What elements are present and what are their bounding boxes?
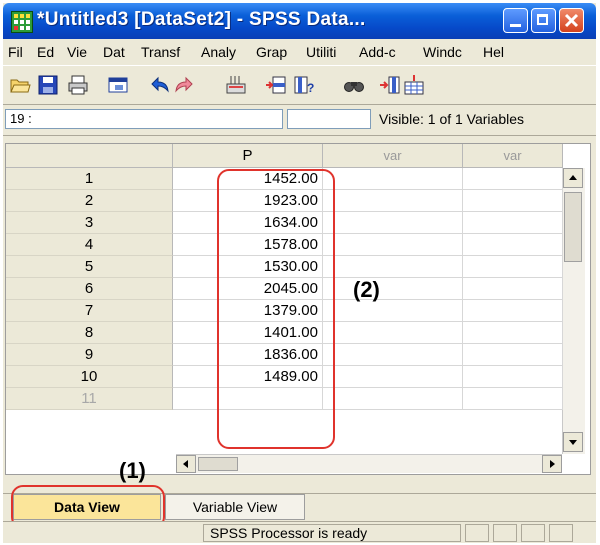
annotation-outline-p-values xyxy=(217,169,335,449)
open-folder-icon[interactable] xyxy=(9,74,31,96)
empty-var-cell[interactable] xyxy=(463,190,563,212)
row-header[interactable]: 11 xyxy=(6,388,173,410)
column-header-p[interactable]: P xyxy=(173,144,323,168)
scroll-right-button[interactable] xyxy=(542,455,562,473)
cell-editor-bar: 19 : Visible: 1 of 1 Variables xyxy=(3,105,596,136)
scroll-thumb[interactable] xyxy=(564,192,582,262)
toolbar: ? xyxy=(3,65,596,105)
maximize-icon xyxy=(537,14,548,25)
menu-data[interactable]: Dat xyxy=(103,44,125,60)
split-file-icon[interactable] xyxy=(403,74,425,96)
save-icon[interactable] xyxy=(37,74,59,96)
minimize-button[interactable] xyxy=(503,8,528,33)
vertical-scrollbar[interactable] xyxy=(562,168,585,454)
arrow-down-icon xyxy=(569,440,577,445)
empty-var-cell[interactable] xyxy=(463,388,563,410)
empty-var-cell[interactable] xyxy=(463,168,563,190)
empty-var-cell[interactable] xyxy=(323,256,463,278)
arrow-up-icon xyxy=(569,175,577,180)
menu-utilities[interactable]: Utiliti xyxy=(306,44,336,60)
menu-graphs[interactable]: Grap xyxy=(256,44,287,60)
arrow-right-icon xyxy=(550,460,555,468)
find-icon[interactable] xyxy=(343,74,365,96)
empty-var-cell[interactable] xyxy=(323,300,463,322)
row-header[interactable]: 4 xyxy=(6,234,173,256)
close-icon xyxy=(564,13,579,28)
empty-var-cell[interactable] xyxy=(463,300,563,322)
row-header[interactable]: 2 xyxy=(6,190,173,212)
variables-icon[interactable]: ? xyxy=(293,74,315,96)
insert-variable-icon[interactable] xyxy=(379,74,401,96)
row-header[interactable]: 1 xyxy=(6,168,173,190)
spss-data-editor-window: *Untitled3 [DataSet2] - SPSS Data... Fil… xyxy=(3,3,596,543)
insert-cases-icon[interactable] xyxy=(265,74,287,96)
scroll-left-button[interactable] xyxy=(176,455,196,473)
empty-var-cell[interactable] xyxy=(463,256,563,278)
empty-var-cell[interactable] xyxy=(463,344,563,366)
tab-variable-view[interactable]: Variable View xyxy=(165,494,305,520)
print-icon[interactable] xyxy=(67,74,89,96)
menu-help[interactable]: Hel xyxy=(483,44,504,60)
status-pane xyxy=(549,524,573,542)
status-pane xyxy=(465,524,489,542)
empty-var-cell[interactable] xyxy=(323,234,463,256)
empty-var-cell[interactable] xyxy=(323,344,463,366)
menu-edit[interactable]: Ed xyxy=(37,44,54,60)
empty-var-cell[interactable] xyxy=(463,234,563,256)
cell-reference-field[interactable]: 19 : xyxy=(5,109,283,129)
row-header[interactable]: 7 xyxy=(6,300,173,322)
svg-text:?: ? xyxy=(307,81,314,95)
row-header[interactable]: 10 xyxy=(6,366,173,388)
menu-bar: Fil Ed Vie Dat Transf Analy Grap Utiliti… xyxy=(3,39,596,65)
arrow-left-icon xyxy=(183,460,188,468)
menu-transform[interactable]: Transf xyxy=(141,44,180,60)
empty-var-cell[interactable] xyxy=(463,212,563,234)
redo-icon[interactable] xyxy=(173,74,195,96)
empty-var-cell[interactable] xyxy=(323,366,463,388)
annotation-label-1: (1) xyxy=(119,458,146,483)
cell-value-input[interactable] xyxy=(287,109,371,129)
menu-analyze[interactable]: Analy xyxy=(201,44,236,60)
empty-var-cell[interactable] xyxy=(463,278,563,300)
visible-variables-label: Visible: 1 of 1 Variables xyxy=(379,111,525,127)
processor-status: SPSS Processor is ready xyxy=(203,524,461,542)
menu-window[interactable]: Windc xyxy=(423,44,462,60)
hscroll-thumb[interactable] xyxy=(198,457,238,471)
empty-var-cell[interactable] xyxy=(463,366,563,388)
empty-var-cell[interactable] xyxy=(323,212,463,234)
undo-icon[interactable] xyxy=(149,74,171,96)
status-pane xyxy=(521,524,545,542)
menu-addons[interactable]: Add-c xyxy=(359,44,396,60)
row-header[interactable]: 5 xyxy=(6,256,173,278)
dialog-recall-icon[interactable] xyxy=(107,74,129,96)
column-header-var[interactable]: var xyxy=(323,144,463,168)
close-button[interactable] xyxy=(559,8,584,33)
row-header[interactable]: 8 xyxy=(6,322,173,344)
empty-var-cell[interactable] xyxy=(323,388,463,410)
row-header[interactable]: 9 xyxy=(6,344,173,366)
corner-cell[interactable] xyxy=(6,144,173,168)
status-pane xyxy=(493,524,517,542)
window-title: *Untitled3 [DataSet2] - SPSS Data... xyxy=(37,9,366,30)
empty-var-cell[interactable] xyxy=(323,190,463,212)
menu-view[interactable]: Vie xyxy=(67,44,87,60)
row-header[interactable]: 6 xyxy=(6,278,173,300)
empty-var-cell[interactable] xyxy=(323,278,463,300)
empty-var-cell[interactable] xyxy=(323,322,463,344)
horizontal-scrollbar[interactable] xyxy=(176,454,562,473)
annotation-label-2: (2) xyxy=(353,277,380,302)
scroll-up-button[interactable] xyxy=(563,168,583,188)
status-bar: SPSS Processor is ready xyxy=(3,521,596,543)
scroll-down-button[interactable] xyxy=(563,432,583,452)
menu-file[interactable]: Fil xyxy=(8,44,23,60)
spss-app-icon xyxy=(11,11,33,33)
title-bar[interactable]: *Untitled3 [DataSet2] - SPSS Data... xyxy=(3,3,596,39)
maximize-button[interactable] xyxy=(531,8,556,33)
row-header[interactable]: 3 xyxy=(6,212,173,234)
column-header-var[interactable]: var xyxy=(463,144,563,168)
empty-var-cell[interactable] xyxy=(463,322,563,344)
minimize-icon xyxy=(510,24,521,27)
empty-var-cell[interactable] xyxy=(323,168,463,190)
goto-case-icon[interactable] xyxy=(225,74,247,96)
